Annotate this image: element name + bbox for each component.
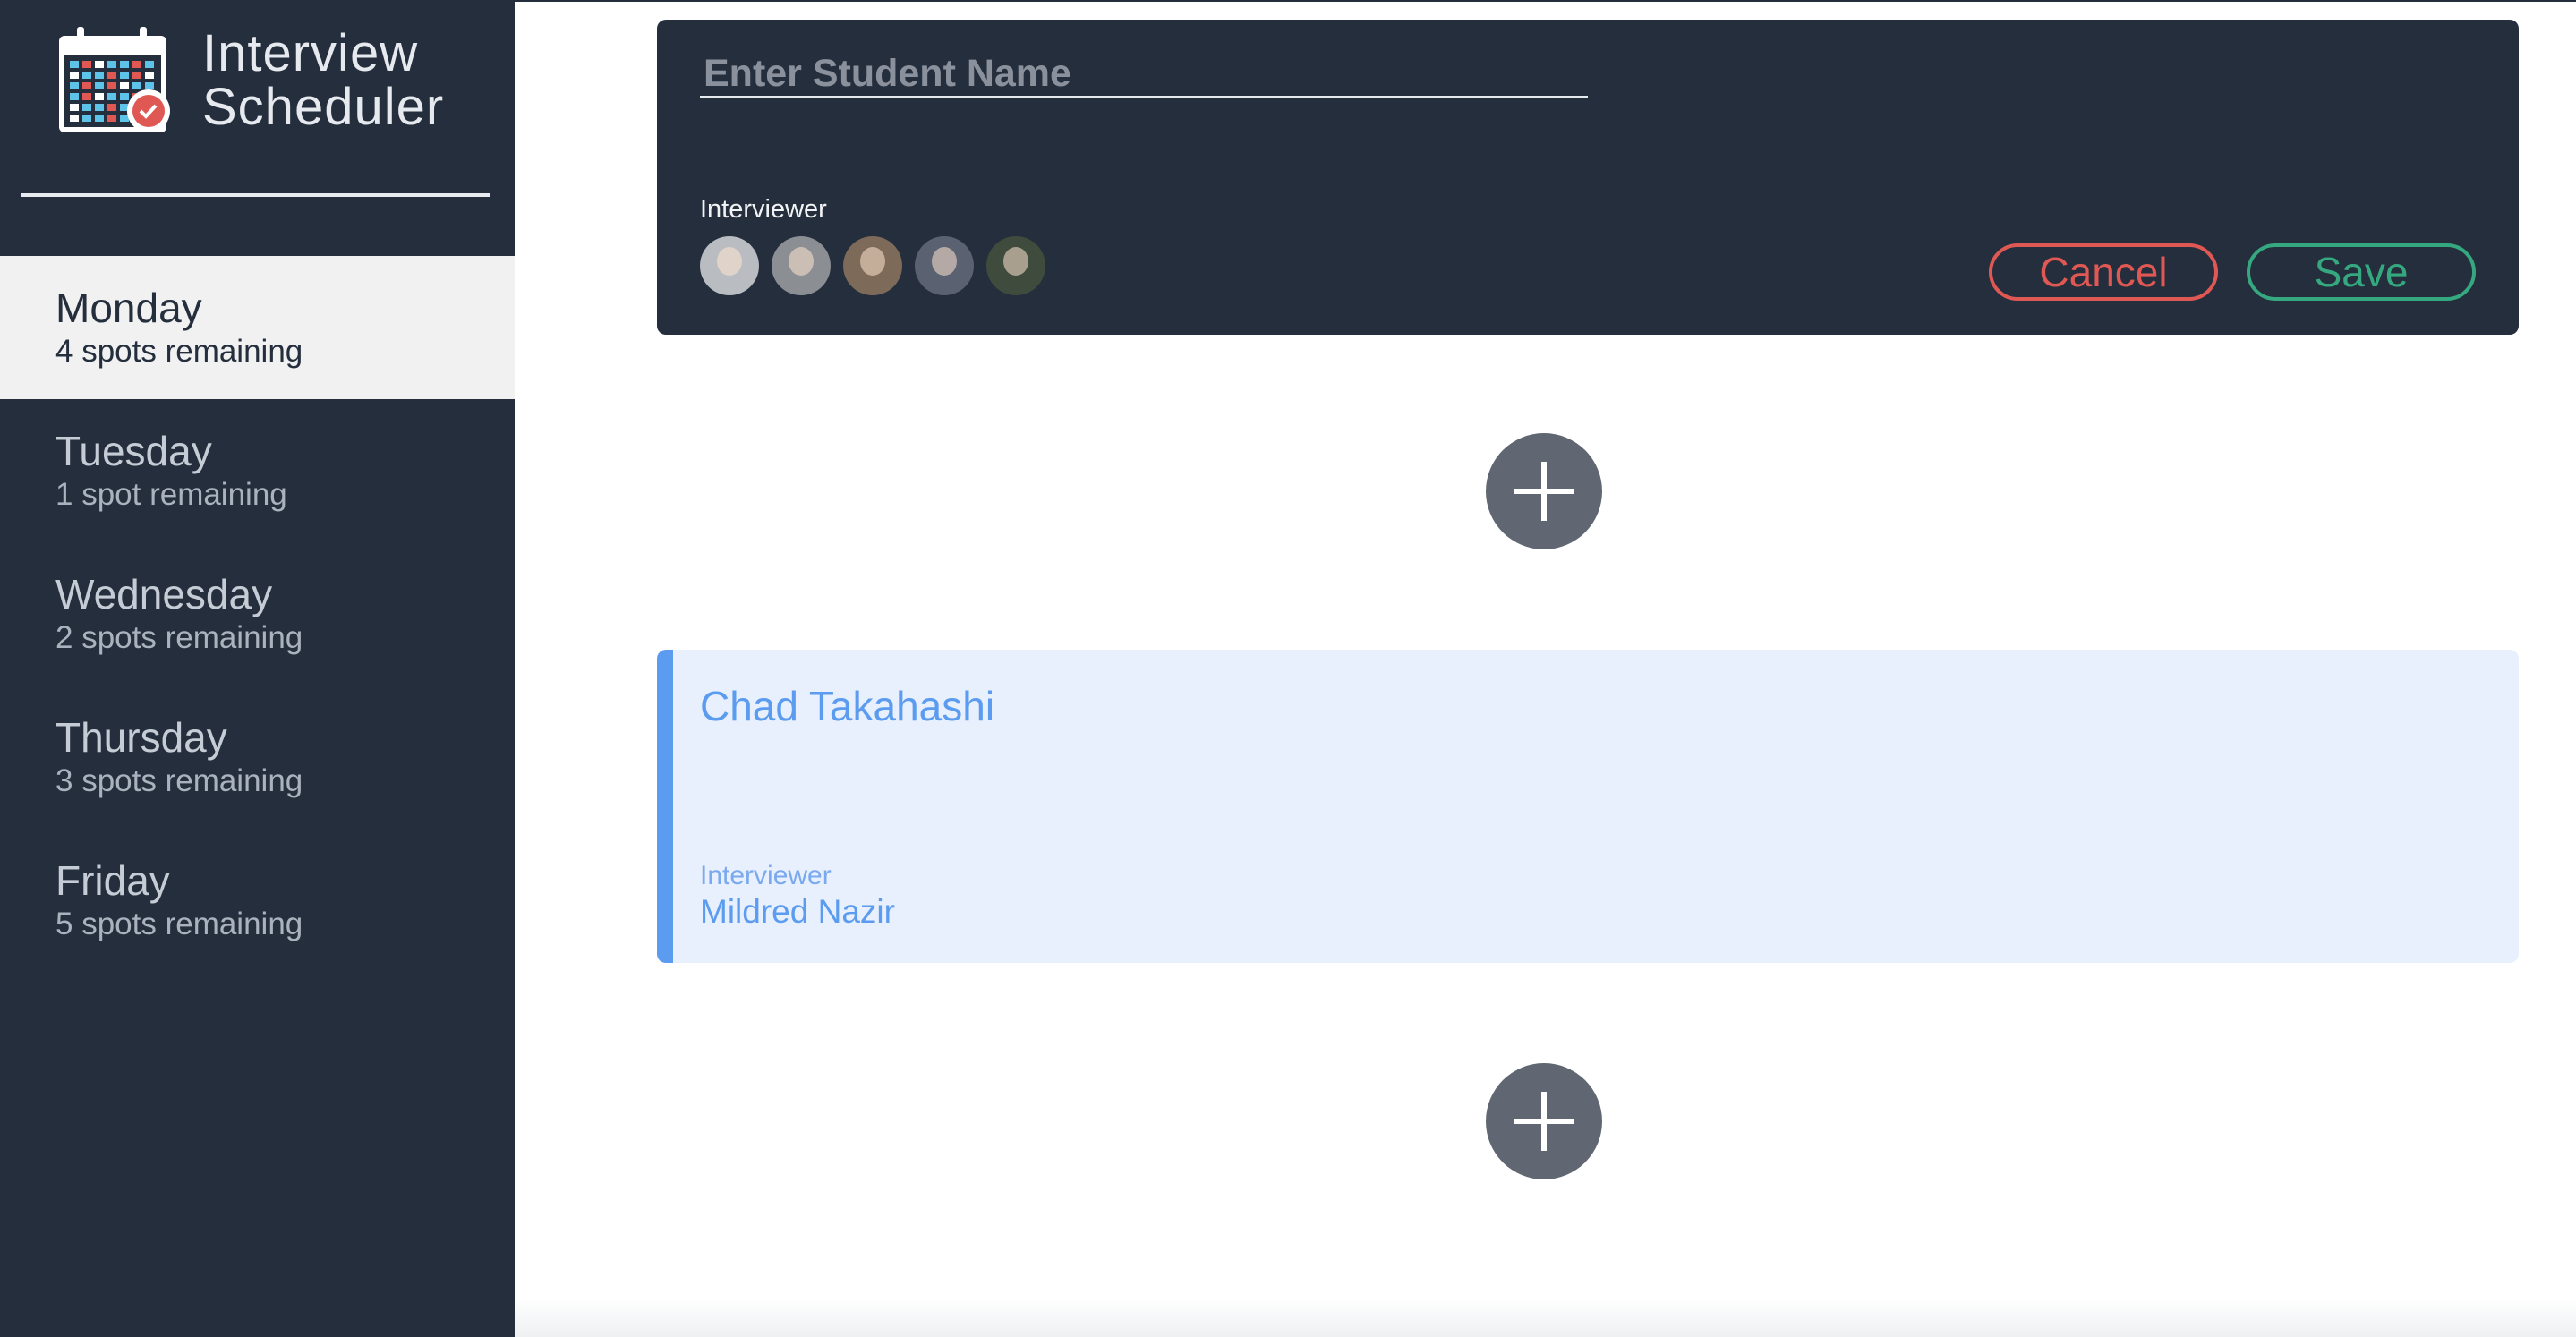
plus-icon	[1514, 462, 1574, 521]
app-title: Interview Scheduler	[202, 27, 444, 134]
top-border	[515, 0, 2576, 2]
interviewer-avatar[interactable]	[986, 236, 1045, 295]
app: Interview Scheduler Monday 4 spots remai…	[0, 0, 2576, 1337]
day-item-friday[interactable]: Friday 5 spots remaining	[0, 829, 515, 972]
cancel-button[interactable]: Cancel	[1989, 243, 2218, 301]
day-name: Wednesday	[55, 571, 273, 617]
interviewer-avatar[interactable]	[843, 236, 902, 295]
add-appointment-button[interactable]	[1486, 433, 1602, 549]
app-title-line2: Scheduler	[202, 78, 445, 136]
add-appointment-button[interactable]	[1486, 1063, 1602, 1179]
interviewer-avatar[interactable]	[915, 236, 974, 295]
day-name: Friday	[55, 857, 170, 904]
student-name-input[interactable]	[700, 52, 1588, 98]
day-item-monday[interactable]: Monday 4 spots remaining	[0, 256, 515, 399]
day-name: Thursday	[55, 714, 227, 761]
appointment-card[interactable]: Chad Takahashi Interviewer Mildred Nazir	[657, 650, 2519, 963]
appointment-interviewer-name: Mildred Nazir	[700, 893, 895, 930]
save-button[interactable]: Save	[2247, 243, 2476, 301]
appointment-student-name: Chad Takahashi	[700, 683, 995, 729]
appointment-form: Interviewer Cancel Save	[657, 20, 2519, 335]
appointment-interviewer-label: Interviewer	[700, 861, 832, 890]
sidebar-divider	[21, 193, 490, 197]
day-spots: 3 spots remaining	[55, 763, 303, 798]
sidebar: Interview Scheduler Monday 4 spots remai…	[0, 0, 515, 1337]
day-item-wednesday[interactable]: Wednesday 2 spots remaining	[0, 542, 515, 686]
day-name: Tuesday	[55, 428, 212, 474]
day-spots: 2 spots remaining	[55, 620, 303, 655]
interviewer-label: Interviewer	[700, 195, 827, 224]
day-list: Monday 4 spots remaining Tuesday 1 spot …	[0, 256, 515, 972]
day-name: Monday	[55, 285, 202, 331]
interviewer-avatar[interactable]	[700, 236, 759, 295]
calendar-icon	[59, 27, 170, 132]
day-item-tuesday[interactable]: Tuesday 1 spot remaining	[0, 399, 515, 542]
day-spots: 4 spots remaining	[55, 334, 303, 369]
day-spots: 1 spot remaining	[55, 477, 287, 512]
plus-icon	[1514, 1092, 1574, 1151]
day-spots: 5 spots remaining	[55, 907, 303, 941]
brand: Interview Scheduler	[55, 23, 444, 138]
interviewer-list	[700, 236, 1058, 295]
bottom-shade	[515, 1298, 2576, 1337]
day-item-thursday[interactable]: Thursday 3 spots remaining	[0, 686, 515, 829]
interviewer-avatar[interactable]	[772, 236, 831, 295]
app-title-line1: Interview	[202, 24, 419, 82]
